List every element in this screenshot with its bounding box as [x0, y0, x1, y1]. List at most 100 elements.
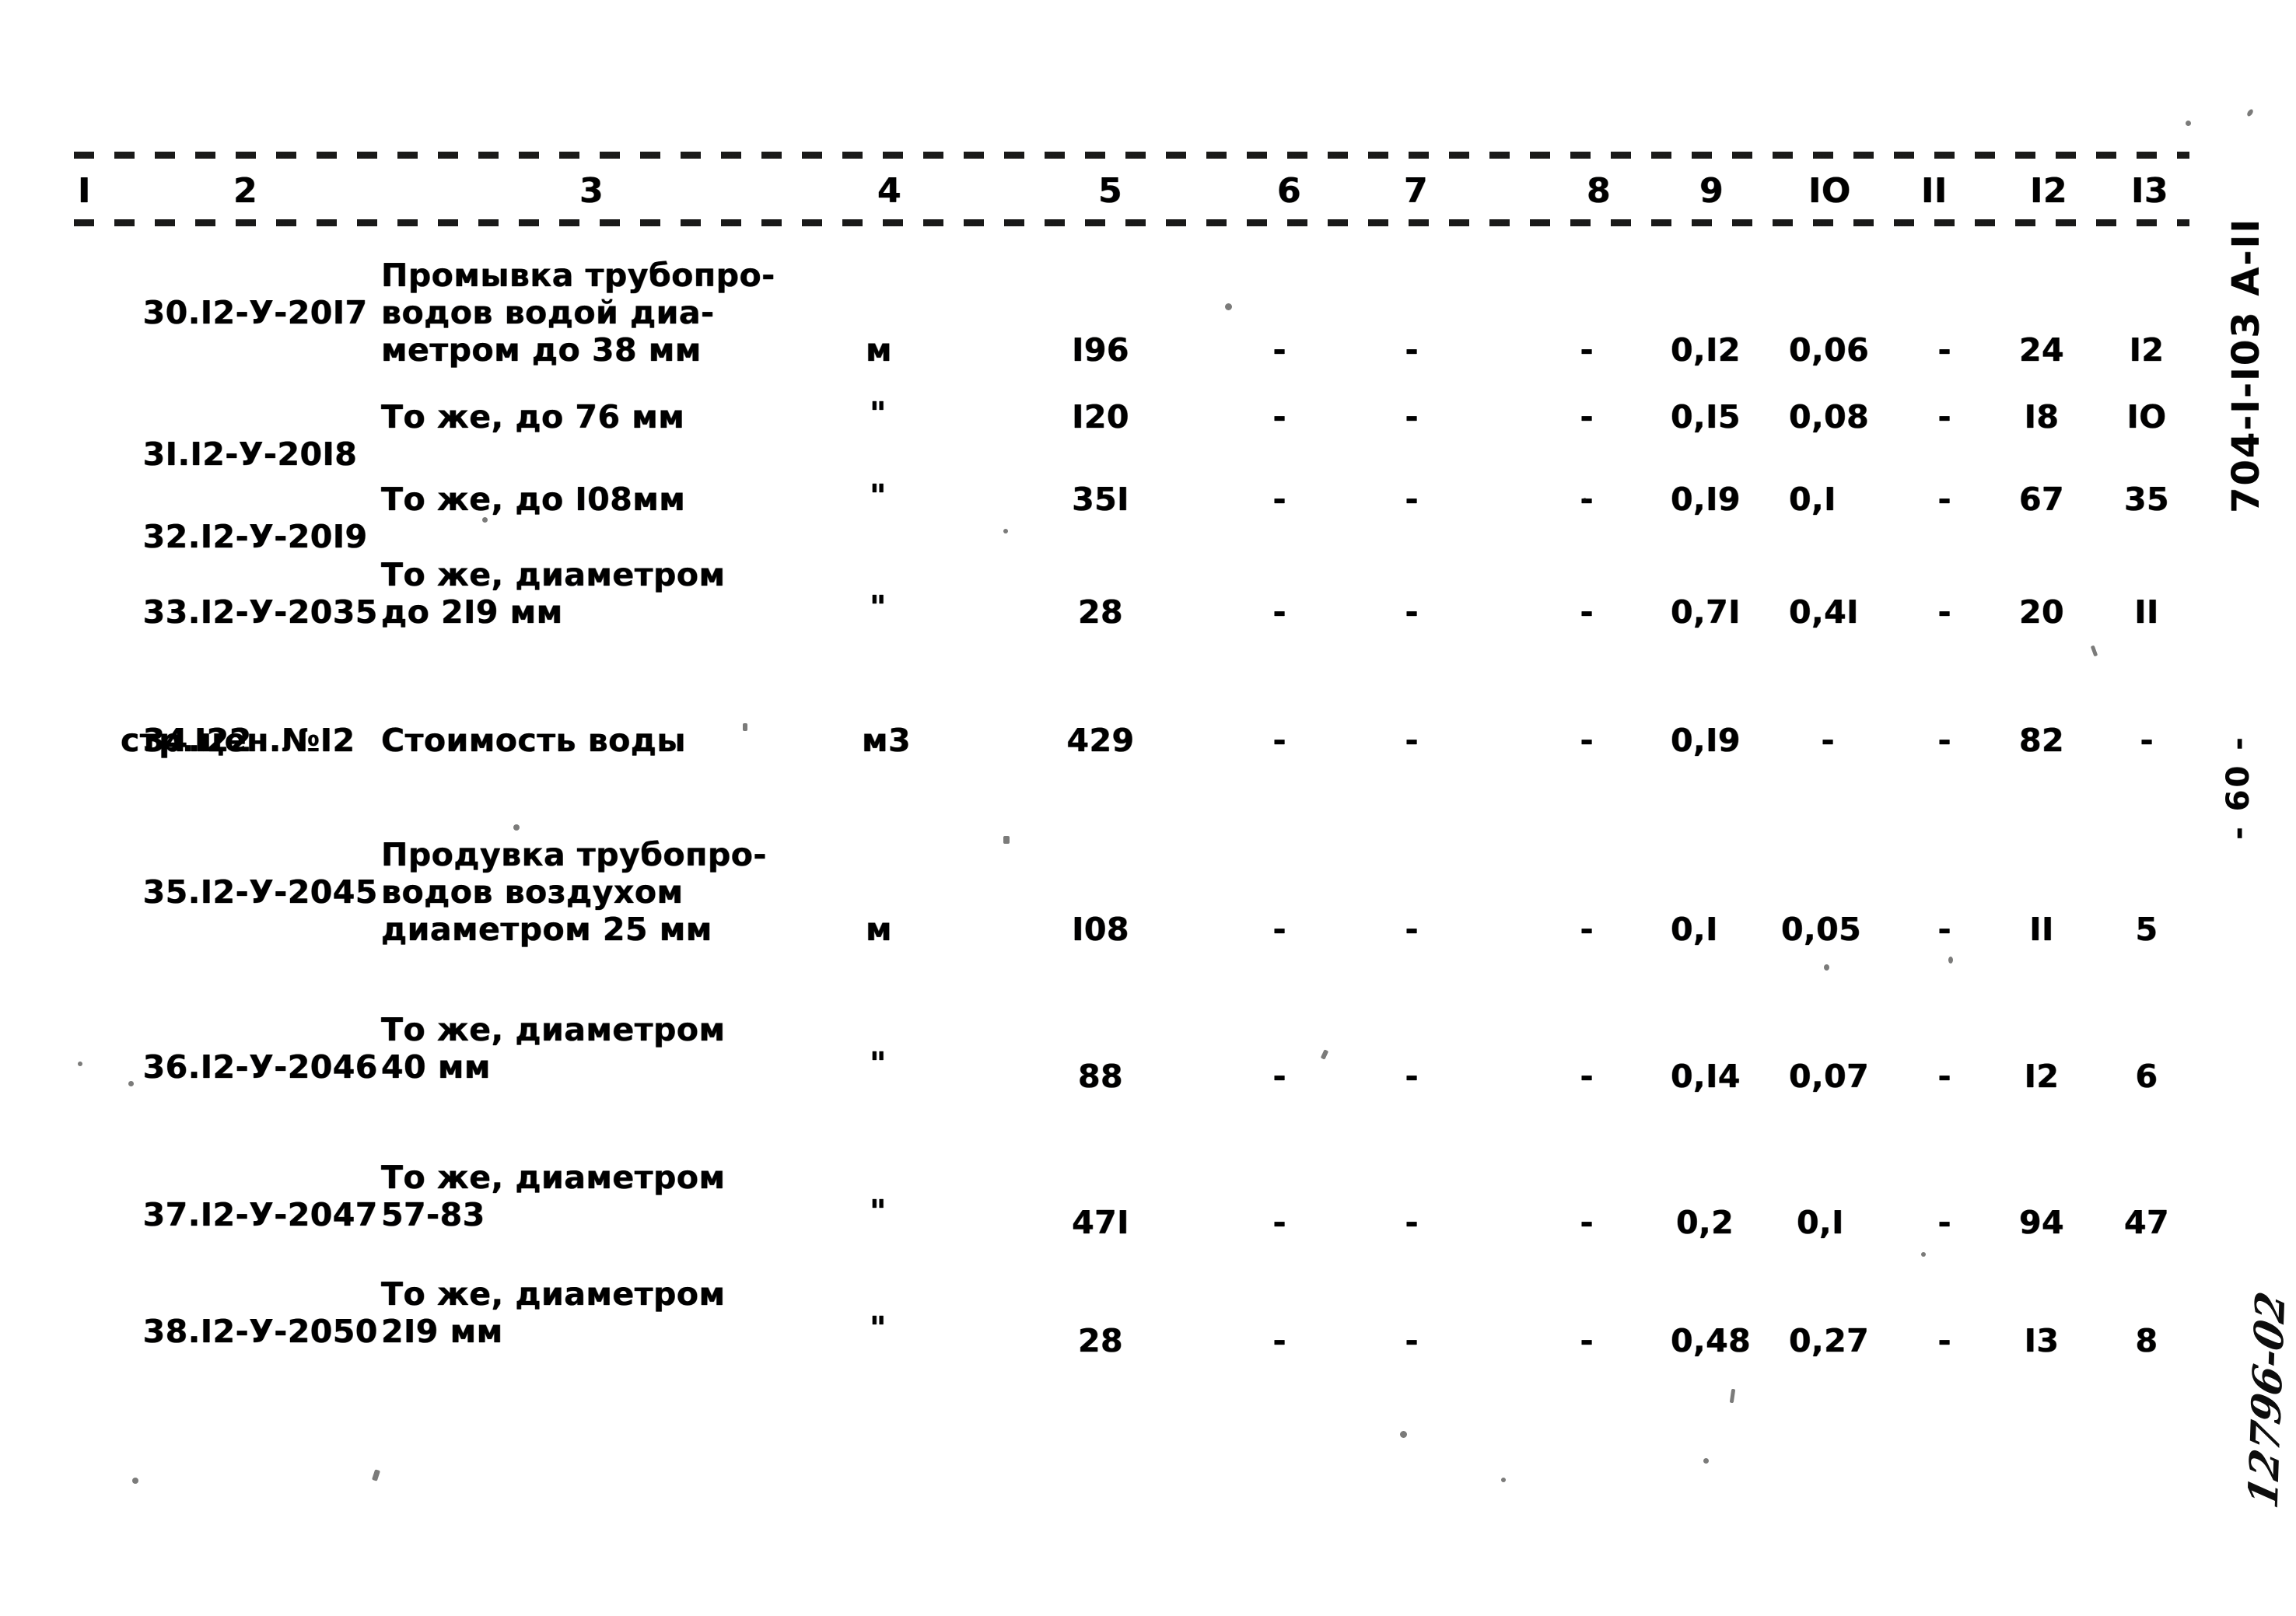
row-c7: -	[1405, 911, 1419, 948]
row-c8: -	[1580, 911, 1594, 948]
row-c11: -	[1937, 1204, 1951, 1241]
table-row: 33.I2-У-2035	[74, 556, 378, 668]
row-description-line: 2I9 мм	[381, 1313, 503, 1350]
row-description-line: То же, до I08мм	[381, 481, 686, 518]
row-unit: м	[866, 911, 893, 948]
row-c8: -	[1580, 593, 1594, 631]
row-c12: 20	[2018, 593, 2065, 631]
row-c10: 0,06	[1789, 331, 1870, 369]
row-c7: -	[1405, 722, 1419, 759]
row-c6: -	[1272, 398, 1286, 435]
row-description-line: Продувка трубопро-	[381, 836, 767, 873]
row-c12: 24	[2018, 331, 2065, 369]
row-c11: -	[1937, 331, 1951, 369]
row-c7: -	[1405, 481, 1419, 518]
row-c12: I2	[2024, 1058, 2060, 1095]
row-code: 32.I2-У-20I9	[142, 518, 368, 555]
row-c5: I20	[1072, 398, 1129, 435]
col-header-10: IO	[1808, 171, 1851, 211]
row-c5: 88	[1077, 1058, 1124, 1095]
row-description-line: То же, диаметром	[381, 1011, 726, 1048]
row-code: 3I.I2-У-20I8	[142, 435, 358, 473]
row-unit: "	[870, 1310, 887, 1347]
row-c9: 0,I	[1671, 911, 1718, 948]
row-c6: -	[1272, 911, 1286, 948]
table-header-bottom-rule	[74, 219, 2189, 226]
row-c11: -	[1937, 1058, 1951, 1095]
row-description-line: до 2I9 мм	[381, 593, 563, 631]
row-c5: 429	[1066, 722, 1135, 759]
row-c5: 35I	[1072, 481, 1129, 518]
row-c13: IO	[2126, 398, 2167, 435]
row-c6: -	[1272, 1322, 1286, 1359]
row-c10: 0,I	[1789, 481, 1836, 518]
row-c8: -	[1580, 1322, 1594, 1359]
row-c5: I96	[1072, 331, 1129, 369]
row-c12: I8	[2024, 398, 2060, 435]
row-c7: -	[1405, 593, 1419, 631]
col-header-3: 3	[579, 171, 604, 211]
row-c7: -	[1405, 398, 1419, 435]
col-header-5: 5	[1098, 171, 1123, 211]
row-unit: м3	[862, 722, 912, 759]
row-c9: 0,2	[1676, 1204, 1734, 1241]
row-description-line: 57-83	[381, 1196, 485, 1233]
row-c9: 0,I5	[1671, 398, 1741, 435]
row-c6: -	[1272, 481, 1286, 518]
row-c7: -	[1405, 331, 1419, 369]
table-row: 36.I2-У-2046	[74, 1011, 378, 1123]
col-header-11: II	[1921, 171, 1948, 211]
row-description-line: То же, диаметром	[381, 1159, 726, 1196]
row-description-line: Промывка трубопро-	[381, 257, 775, 294]
row-c13: 5	[2135, 911, 2158, 948]
row-code: 30.I2-У-20I7	[142, 294, 368, 331]
row-c6: -	[1272, 722, 1286, 759]
row-c10: 0,07	[1789, 1058, 1870, 1095]
row-c6: -	[1272, 593, 1286, 631]
row-code: 33.I2-У-2035	[142, 593, 378, 631]
row-c7: -	[1405, 1204, 1419, 1241]
row-c5: 28	[1077, 1322, 1124, 1359]
row-c12: 82	[2018, 722, 2065, 759]
row-c6: -	[1272, 331, 1286, 369]
row-c12: 94	[2018, 1204, 2065, 1241]
col-header-2: 2	[233, 171, 258, 211]
row-c9: 0,7I	[1671, 593, 1741, 631]
row-c12: 67	[2018, 481, 2065, 518]
row-c13: 35	[2123, 481, 2170, 518]
row-c9: 0,48	[1671, 1322, 1752, 1359]
row-c13: I2	[2129, 331, 2165, 369]
row-c11: -	[1937, 398, 1951, 435]
row-c9: 0,I9	[1671, 481, 1741, 518]
page-sheet: I 2 3 4 5 6 7 8 9 IO II I2 I3 30.I2-У-20…	[0, 0, 2296, 1616]
row-c10: -	[1821, 722, 1835, 759]
row-c10: 0,27	[1789, 1322, 1870, 1359]
row-unit: м	[866, 331, 893, 369]
row-c11: -	[1937, 481, 1951, 518]
row-c13: II	[2134, 593, 2159, 631]
row-c8: -	[1580, 722, 1594, 759]
row-description-line: метром до 38 мм	[381, 331, 702, 369]
row-description-line: диаметром 25 мм	[381, 911, 712, 948]
row-c11: -	[1937, 722, 1951, 759]
row-c5: 28	[1077, 593, 1124, 631]
row-c10: 0,I	[1797, 1204, 1844, 1241]
row-c7: -	[1405, 1058, 1419, 1095]
row-c9: 0,I4	[1671, 1058, 1741, 1095]
margin-page-number: - 60 -	[2221, 735, 2256, 840]
col-header-8: 8	[1587, 171, 1612, 211]
scanned-document-page: I 2 3 4 5 6 7 8 9 IO II I2 I3 30.I2-У-20…	[0, 0, 2296, 1616]
row-unit: "	[870, 589, 887, 626]
row-c12: I3	[2024, 1322, 2060, 1359]
row-description-line: водов водой диа-	[381, 294, 715, 331]
row-description-line: водов воздухом	[381, 873, 684, 911]
table-top-rule	[74, 152, 2189, 159]
row-c8: -	[1580, 1204, 1594, 1241]
row-code: 36.I2-У-2046	[142, 1048, 378, 1086]
col-header-4: 4	[877, 171, 902, 211]
row-c8: -	[1580, 331, 1594, 369]
row-c12: II	[2029, 911, 2054, 948]
col-header-12: I2	[2030, 171, 2067, 211]
col-header-6: 6	[1277, 171, 1302, 211]
row-c8: -	[1580, 1058, 1594, 1095]
